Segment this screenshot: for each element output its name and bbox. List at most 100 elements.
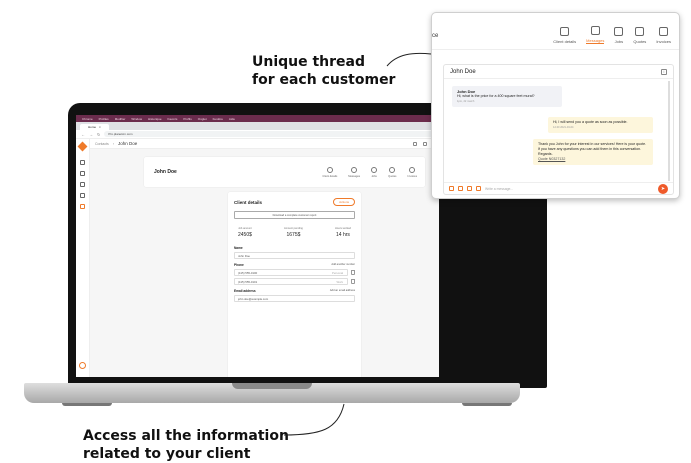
user-icon [560,27,570,36]
laptop-notch [232,383,312,389]
app-topbar: Contacts ‹ John Doe [90,139,439,149]
details-title: Client details [234,199,263,205]
info-icon[interactable]: i [661,68,667,75]
add-email-link[interactable]: Add an email address [330,289,355,293]
customer-actions: Client details Messages Jobs Quotes Invo… [322,166,425,178]
email-field[interactable]: john.doe@example.com [234,295,355,302]
documents-icon[interactable] [80,193,85,198]
trash-icon[interactable] [351,279,355,284]
settings-icon[interactable] [423,141,427,146]
attachment-icon[interactable] [458,186,463,191]
close-icon[interactable]: × [99,125,101,129]
tab-jobs[interactable]: Jobs [614,27,624,44]
trash-icon[interactable] [351,270,355,275]
messages-popup: ce Client details Messages Jobs Quotes I… [431,12,680,199]
laptop-foot-left [62,403,112,406]
message-incoming: John Doe Hi, what is the price for a 400… [452,86,562,107]
message-composer: Write a message... ➤ [444,182,673,194]
add-phone-link[interactable]: Add another number [331,263,355,267]
user-icon [326,166,333,173]
tab-invoices[interactable]: Invoices [656,27,671,44]
os-menu-item[interactable]: Favoris [168,117,178,121]
download-report-button[interactable]: Download a complete customer report [234,211,355,219]
message-outgoing: Hi, I will send you a quote as soon as p… [548,117,653,133]
browser-tab-bar: Home × [76,122,439,130]
os-menu-item[interactable]: Chrome [82,117,93,121]
phone-field[interactable]: (415) 555-0100 Personal [234,269,348,276]
os-menu-item[interactable]: Modifier [115,117,126,121]
truncated-label: ce [432,33,439,39]
chat-header: John Doe i [444,65,673,79]
connector-line-bottom [283,403,345,436]
message-input[interactable]: Write a message... [485,187,654,191]
laptop-foot-right [462,403,512,406]
stat-job-amount: Job amount 2450$ [238,227,252,238]
document-icon[interactable] [467,186,472,191]
refresh-icon[interactable] [413,141,417,146]
scrollbar[interactable] [668,81,670,181]
clients-icon[interactable] [80,204,85,209]
reload-icon[interactable]: ↻ [97,132,100,137]
main-content: Contacts ‹ John Doe John Doe Client deta… [90,139,439,377]
browser-tab-home[interactable]: Home × [80,124,109,130]
caption-access-info: Access all the information related to yo… [83,428,289,462]
breadcrumb[interactable]: Contacts [95,142,109,146]
invoice-icon [659,27,669,36]
os-menu-item[interactable]: Window [131,117,142,121]
caption-unique-thread: Unique thread for each customer [252,54,396,88]
tab-client-details[interactable]: Client details [553,27,576,44]
action-client-details[interactable]: Client details [322,166,337,178]
action-messages[interactable]: Messages [348,166,360,178]
os-menu-item[interactable]: Aide [229,117,235,121]
message-outgoing: Thank you John for your interest in our … [533,139,653,165]
details-header: Client details Actions [234,198,355,206]
invoice-icon [409,166,416,173]
os-menu-item[interactable]: Profiles [99,117,109,121]
quote-icon [389,166,396,173]
browser-address-row: ← → ↻ Pro.planetcm.com [76,130,439,139]
tab-quotes[interactable]: Quotes [633,27,646,44]
app-shell: Contacts ‹ John Doe John Doe Client deta… [76,139,439,377]
client-stats: Job amount 2450$ Amount pending 1675$ Ho… [234,227,355,238]
os-menu-item[interactable]: Historique [148,117,162,121]
popup-tab-bar: ce Client details Messages Jobs Quotes I… [432,13,679,50]
send-button[interactable]: ➤ [658,183,668,194]
logo-icon[interactable] [77,141,88,152]
connector-line-top [386,52,432,67]
quote-link[interactable]: Quote N0327132 [538,157,648,162]
microphone-icon[interactable] [476,186,481,191]
action-jobs[interactable]: Jobs [371,166,378,178]
phone-label: Phone Add another number [234,263,355,267]
phone-row: (415) 555-0100 Personal [234,269,355,276]
actions-button[interactable]: Actions [333,198,355,206]
os-menu-item[interactable]: Fenêtre [213,117,223,121]
email-label: Email address Add an email address [234,289,355,293]
url-bar[interactable]: Pro.planetcm.com [104,131,434,137]
calendar-icon[interactable] [80,182,85,187]
os-menu-item[interactable]: Profils [183,117,191,121]
home-icon[interactable] [80,160,85,165]
name-label: Name [234,246,243,250]
tools-icon [371,166,378,173]
camera-icon[interactable] [449,186,454,191]
customer-header-card: John Doe Client details Messages Jobs Qu… [144,157,425,187]
name-field[interactable]: John Doe [234,252,355,259]
contacts-icon[interactable] [80,171,85,176]
forward-arrow-icon[interactable]: → [89,132,93,137]
tools-icon [614,27,624,36]
phone-field[interactable]: (415) 555-0101 Work [234,278,348,285]
chat-thread: John Doe i John Doe Hi, what is the pric… [443,64,674,195]
stat-amount-pending: Amount pending 1675$ [283,227,303,238]
chat-icon [590,26,600,35]
chat-icon [351,166,358,173]
profile-icon[interactable] [79,362,86,369]
stat-hours-worked: Hours worked 14 hrs [334,227,351,238]
action-quotes[interactable]: Quotes [388,166,396,178]
tab-messages[interactable]: Messages [586,26,605,44]
os-menu-item[interactable]: Onglet [198,117,207,121]
sidebar [76,139,90,377]
os-menubar: Chrome Profiles Modifier Window Historiq… [76,115,439,122]
action-invoices[interactable]: Invoices [407,166,417,178]
chevron-left-icon[interactable]: ‹ [113,142,114,146]
back-arrow-icon[interactable]: ← [81,132,85,137]
